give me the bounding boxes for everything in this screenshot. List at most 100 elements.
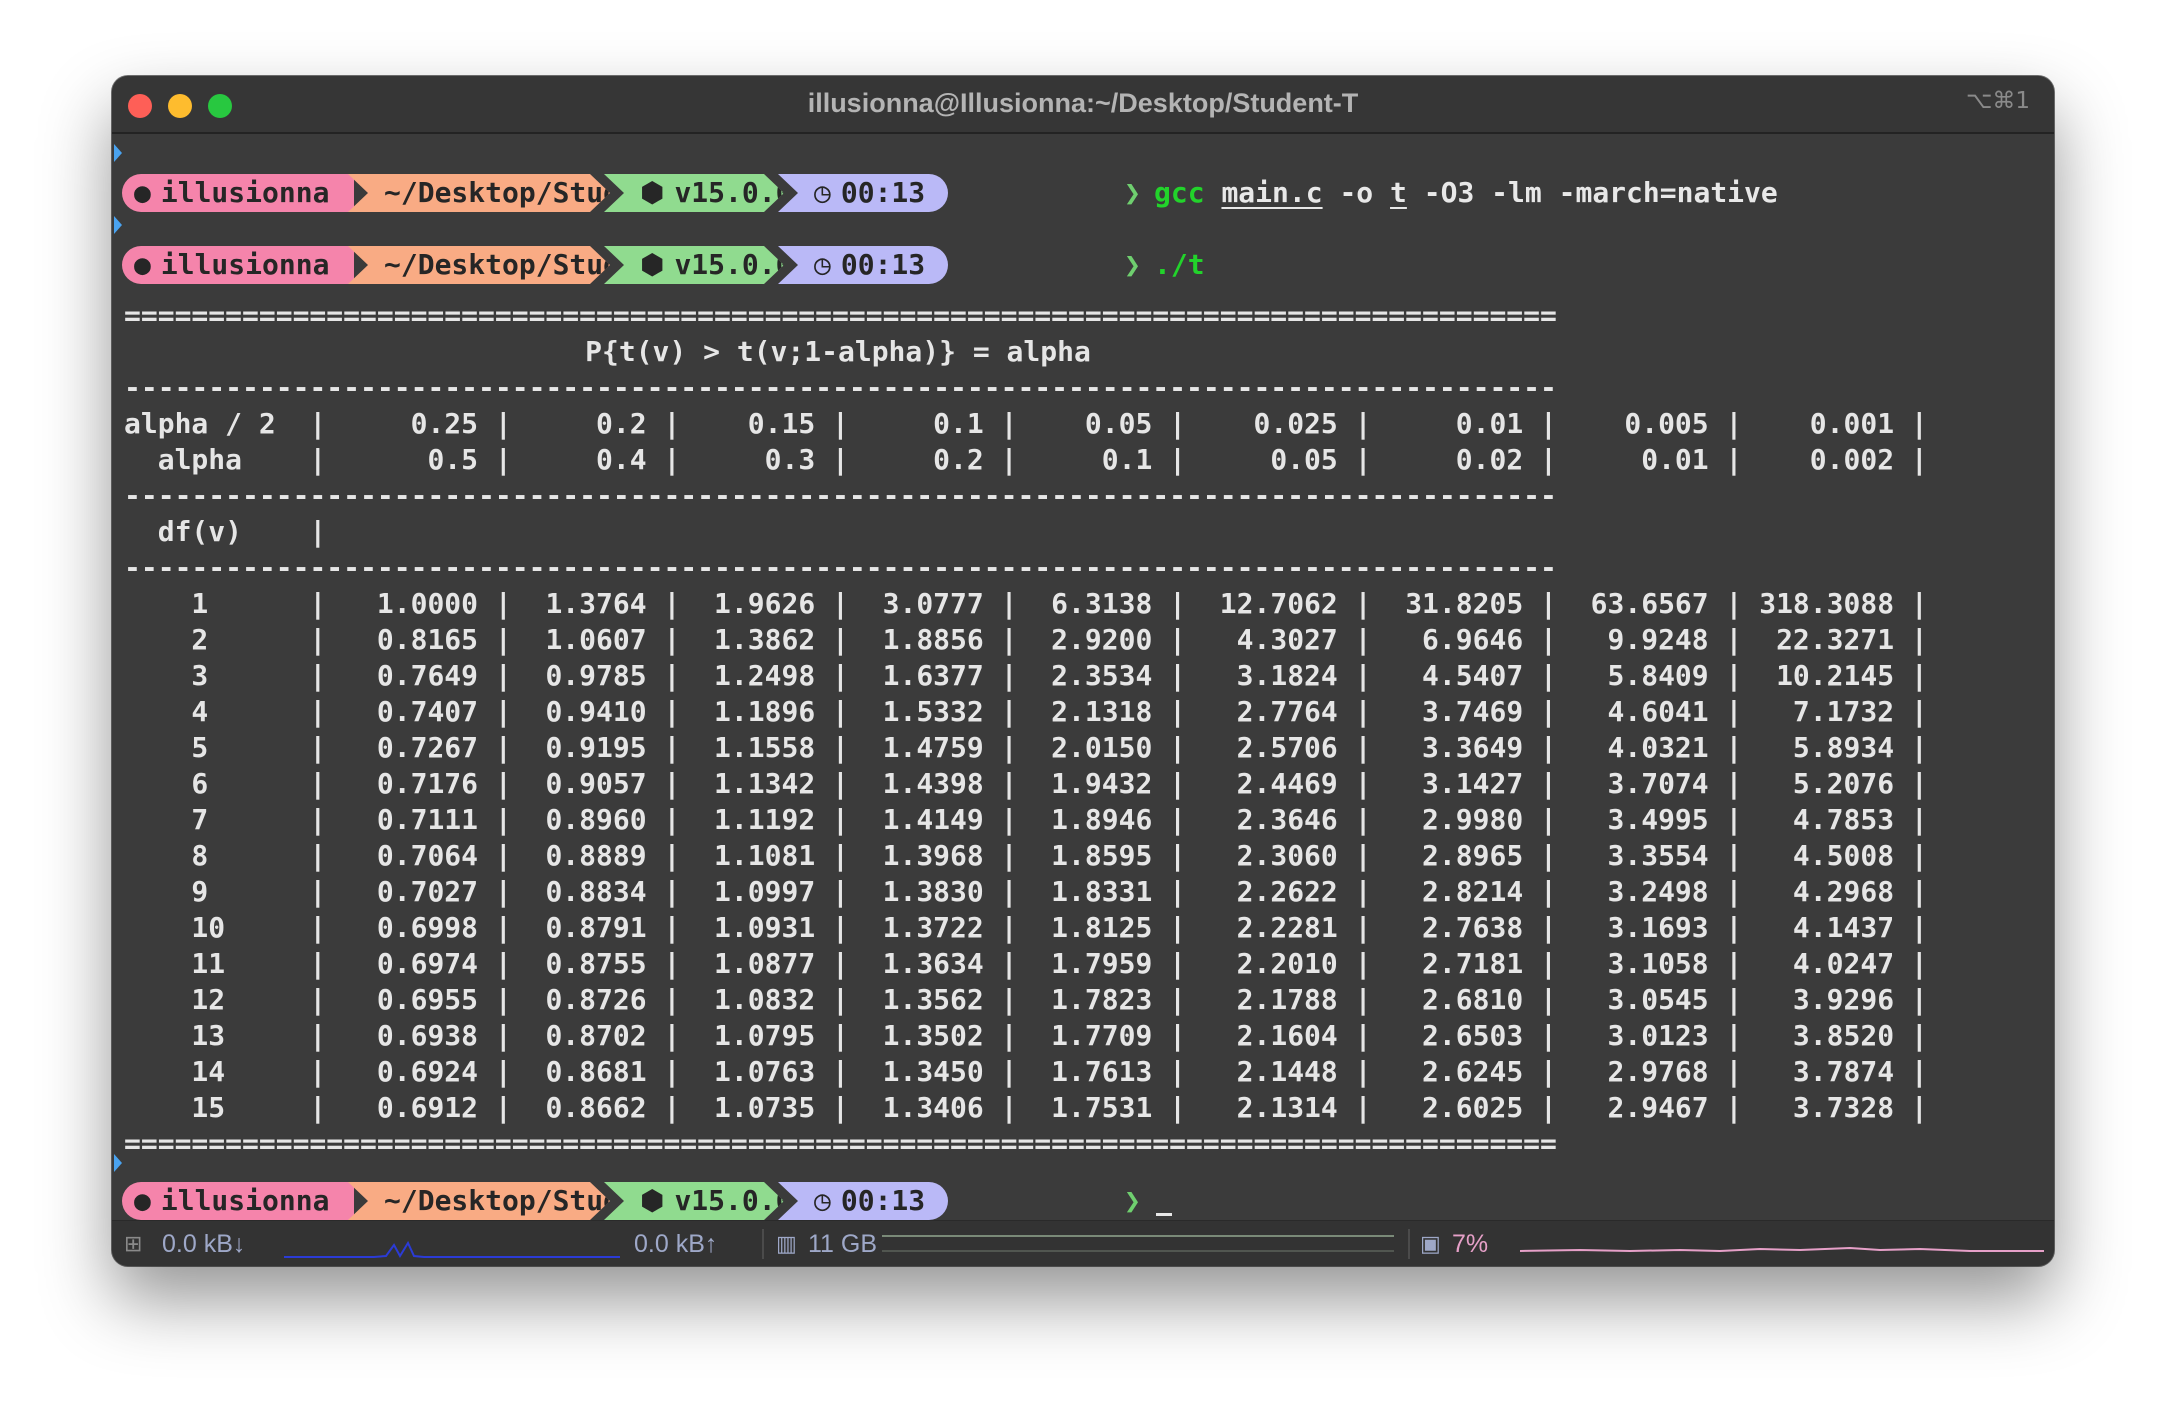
table-row: 13 | 0.6938 | 0.8702 | 1.0795 | 1.3502 |… bbox=[124, 1019, 1928, 1052]
table-cell: 2.9467 bbox=[1556, 1091, 1709, 1124]
table-cell: 6.3138 bbox=[1017, 587, 1153, 620]
table-cell: 1.1081 bbox=[680, 839, 816, 872]
command-input[interactable] bbox=[1154, 1182, 1172, 1220]
table-cell: 3.0545 bbox=[1556, 983, 1709, 1016]
table-cell: 2.6025 bbox=[1371, 1091, 1524, 1124]
table-cell: 2.8214 bbox=[1371, 875, 1524, 908]
network-sparkline bbox=[284, 1240, 620, 1258]
table-cell: 4.1437 bbox=[1742, 911, 1895, 944]
prompt-mark-icon bbox=[114, 1154, 122, 1172]
table-cell: 1.3968 bbox=[848, 839, 984, 872]
prompt-node-version: v15.0.0 bbox=[674, 1184, 793, 1217]
row-df: 9 bbox=[124, 875, 293, 908]
table-cell: 0.8165 bbox=[326, 623, 479, 656]
clock-icon: ◷ bbox=[814, 176, 831, 209]
table-cell: 9.9248 bbox=[1556, 623, 1709, 656]
table-cell: 1.4398 bbox=[848, 767, 984, 800]
prompt-user: illusionna bbox=[160, 248, 330, 281]
table-cell: 1.0735 bbox=[680, 1091, 816, 1124]
prompt-user-segment: ● illusionna bbox=[122, 1182, 354, 1220]
row-df: 2 bbox=[124, 623, 293, 656]
table-row: 14 | 0.6924 | 0.8681 | 1.0763 | 1.3450 |… bbox=[124, 1055, 1928, 1088]
prompt-line-1: ● illusionna ~/Desktop/Student-T ⬢ v15.0.0… bbox=[122, 174, 2042, 212]
table-cell: 1.7531 bbox=[1017, 1091, 1153, 1124]
table-cell: 0.6998 bbox=[326, 911, 479, 944]
prompt-time-segment: ◷ 00:13 bbox=[778, 246, 948, 284]
table-cell: 0.8702 bbox=[511, 1019, 647, 1052]
table-cell: 4.6041 bbox=[1556, 695, 1709, 728]
table-cell: 0.4 bbox=[511, 443, 647, 476]
cpu-usage: 7% bbox=[1452, 1230, 1489, 1258]
row-df: 11 bbox=[124, 947, 293, 980]
table-cell: 2.6810 bbox=[1371, 983, 1524, 1016]
table-cell: 1.8125 bbox=[1017, 911, 1153, 944]
double-rule: ========================================… bbox=[124, 1127, 1557, 1160]
table-cell: 0.7649 bbox=[326, 659, 479, 692]
clock-icon: ◷ bbox=[814, 1184, 831, 1217]
table-cell: 0.05 bbox=[1017, 407, 1153, 440]
table-cell: 2.3534 bbox=[1017, 659, 1153, 692]
table-cell: 5.8409 bbox=[1556, 659, 1709, 692]
table-cell: 31.8205 bbox=[1371, 587, 1524, 620]
table-cell: 2.2281 bbox=[1186, 911, 1338, 944]
table-cell: 2.3646 bbox=[1186, 803, 1338, 836]
table-cell: 2.6245 bbox=[1371, 1055, 1524, 1088]
table-row: 8 | 0.7064 | 0.8889 | 1.1081 | 1.3968 | … bbox=[124, 839, 1928, 872]
table-cell: 2.3060 bbox=[1186, 839, 1338, 872]
net-download: 0.0 kB↓ bbox=[162, 1230, 246, 1258]
network-icon: ⊞ bbox=[124, 1231, 143, 1256]
terminal-window: illusionna@Illusionna:~/Desktop/Student-… bbox=[112, 76, 2054, 1266]
table-cell: 318.3088 bbox=[1742, 587, 1895, 620]
tab-shortcut: ⌥⌘1 bbox=[1965, 88, 2030, 114]
table-cell: 0.6955 bbox=[326, 983, 479, 1016]
cpu-icon: ▣ bbox=[1420, 1231, 1441, 1256]
row-df: 14 bbox=[124, 1055, 293, 1088]
table-cell: 3.1058 bbox=[1556, 947, 1709, 980]
prompt-path-segment: ~/Desktop/Student-T bbox=[348, 1182, 610, 1220]
table-cell: 0.7064 bbox=[326, 839, 479, 872]
prompt-time-segment: ◷ 00:13 bbox=[778, 1182, 948, 1220]
table-cell: 0.9195 bbox=[511, 731, 647, 764]
table-cell: 1.0931 bbox=[680, 911, 816, 944]
table-cell: 0.6974 bbox=[326, 947, 479, 980]
prompt-chevron: ❯ bbox=[1124, 248, 1141, 281]
command-program: gcc bbox=[1154, 176, 1205, 209]
table-cell: 2.7764 bbox=[1186, 695, 1338, 728]
table-cell: 0.8960 bbox=[511, 803, 647, 836]
table-cell: 0.1 bbox=[848, 407, 984, 440]
table-cell: 0.8834 bbox=[511, 875, 647, 908]
table-cell: 1.9626 bbox=[680, 587, 816, 620]
table-cell: 1.3406 bbox=[848, 1091, 984, 1124]
table-cell: 1.4759 bbox=[848, 731, 984, 764]
header-df: df(v) | bbox=[124, 515, 327, 548]
table-cell: 2.1314 bbox=[1186, 1091, 1338, 1124]
table-cell: 3.3554 bbox=[1556, 839, 1709, 872]
table-cell: 3.1693 bbox=[1556, 911, 1709, 944]
table-cell: 1.0763 bbox=[680, 1055, 816, 1088]
table-cell: 3.0123 bbox=[1556, 1019, 1709, 1052]
table-cell: 0.025 bbox=[1186, 407, 1338, 440]
table-cell: 1.8331 bbox=[1017, 875, 1153, 908]
table-cell: 12.7062 bbox=[1186, 587, 1338, 620]
prompt-time: 00:13 bbox=[840, 176, 926, 209]
table-cell: 1.4149 bbox=[848, 803, 984, 836]
table-cell: 2.7181 bbox=[1371, 947, 1524, 980]
table-cell: 0.7027 bbox=[326, 875, 479, 908]
prompt-node-segment: ⬢ v15.0.0 bbox=[604, 246, 784, 284]
command-source-file: main.c bbox=[1221, 176, 1323, 209]
program-output: ========================================… bbox=[124, 298, 2024, 1162]
command-flags: -O3 -lm -march=native bbox=[1423, 176, 1778, 209]
table-row: 9 | 0.7027 | 0.8834 | 1.0997 | 1.3830 | … bbox=[124, 875, 1928, 908]
table-cell: 1.0000 bbox=[326, 587, 479, 620]
table-cell: 5.2076 bbox=[1742, 767, 1895, 800]
header-alpha: alpha | 0.5 | 0.4 | 0.3 | 0.2 | 0.1 | 0.… bbox=[124, 443, 1928, 476]
command-1: gcc main.c -o t -O3 -lm -march=native bbox=[1154, 174, 1778, 212]
table-cell: 0.7407 bbox=[326, 695, 479, 728]
table-cell: 1.7709 bbox=[1017, 1019, 1153, 1052]
prompt-line-3: ● illusionna ~/Desktop/Student-T ⬢ v15.0.0… bbox=[122, 1182, 2042, 1220]
cpu-sparkline bbox=[1520, 1246, 2044, 1253]
table-cell: 0.2 bbox=[511, 407, 647, 440]
table-cell: 0.01 bbox=[1371, 407, 1524, 440]
table-cell: 3.0777 bbox=[848, 587, 984, 620]
table-title-text: P{t(v) > t(v;1-alpha)} = alpha bbox=[585, 335, 1091, 368]
